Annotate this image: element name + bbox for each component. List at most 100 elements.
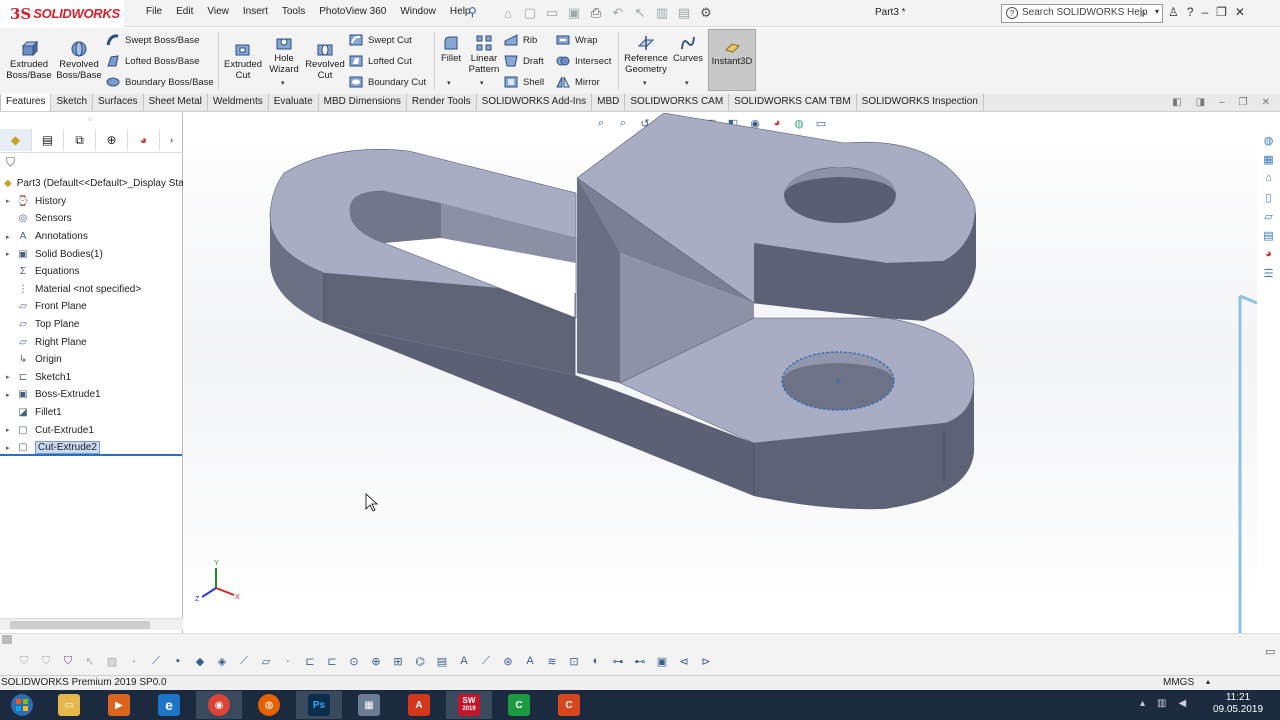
network-icon[interactable]: ▥ xyxy=(1157,698,1166,709)
save-icon[interactable]: ▣ xyxy=(564,3,584,23)
tree-item-sensors[interactable]: ◎ Sensors xyxy=(0,210,183,228)
tree-item-boss-extrude1[interactable]: ▸ ▣ Boss-Extrude1 xyxy=(0,386,183,404)
filter-edges-icon[interactable]: ⟋ xyxy=(146,653,166,669)
taskbar-chrome[interactable]: ◉ xyxy=(196,691,242,719)
tree-item-top-plane[interactable]: ▱ Top Plane xyxy=(0,316,183,334)
graphics-area[interactable]: ⌕ ⌕ ↺ ◪ ✎ ▣ ◧ ◉ ◕ ◍ ▭ xyxy=(184,113,1257,633)
expand-arrow-icon[interactable]: ▸ xyxy=(6,426,16,434)
filter-weld-symbols-icon[interactable]: ⟋ xyxy=(476,653,496,669)
filter-centerpoints-icon[interactable]: ⊙ xyxy=(344,653,364,669)
linear-pattern-button[interactable]: Linear Pattern xyxy=(466,34,502,75)
filter-solid-icon[interactable]: ◈ xyxy=(212,653,232,669)
lofted-boss-button[interactable]: Lofted Boss/Base xyxy=(106,54,199,68)
custom-properties-icon[interactable]: ▤ xyxy=(1261,227,1277,243)
tab-weldments[interactable]: Weldments xyxy=(208,94,269,111)
tree-item-annotations[interactable]: ▸ A Annotations xyxy=(0,228,183,246)
design-library-icon[interactable]: ▦ xyxy=(1261,151,1277,167)
boundary-cut-button[interactable]: Boundary Cut xyxy=(349,75,426,89)
tab-solidworks-inspection[interactable]: SOLIDWORKS Inspection xyxy=(857,94,984,111)
plane-edge[interactable] xyxy=(1238,294,1257,633)
toggle-filter-icon[interactable]: ⛉ xyxy=(14,653,34,669)
taskbar-media-player[interactable]: ▶ xyxy=(96,691,142,719)
swept-cut-button[interactable]: Swept Cut xyxy=(349,33,412,47)
filter-connection-points-icon[interactable]: ⊲ xyxy=(674,653,694,669)
filter-balloons-icon[interactable]: ◐ xyxy=(586,653,606,669)
taskbar-photoshop[interactable]: Ps xyxy=(296,691,342,719)
panel-expand-icon[interactable]: › xyxy=(160,129,183,151)
lofted-cut-button[interactable]: Lofted Cut xyxy=(349,54,412,68)
print-icon[interactable]: ⎙ xyxy=(586,3,606,23)
search-help-input[interactable]: ? Search SOLIDWORKS Help ⌕ ▾ xyxy=(1001,4,1163,23)
expand-arrow-icon[interactable]: ▸ xyxy=(6,391,16,399)
tab-solidworks-cam-tbm[interactable]: SOLIDWORKS CAM TBM xyxy=(729,94,857,111)
taskbar-explorer[interactable]: ▭ xyxy=(46,691,92,719)
expand-arrow-icon[interactable]: ▸ xyxy=(6,197,16,205)
unit-system[interactable]: MMGS xyxy=(1163,677,1194,688)
tab-surfaces[interactable]: Surfaces xyxy=(93,94,144,111)
search-dropdown-icon[interactable]: ▾ xyxy=(1155,7,1159,16)
curves-dropdown-icon[interactable]: ▾ xyxy=(685,79,689,87)
tree-item-history[interactable]: ▸ ⌚ History xyxy=(0,193,183,211)
tab-mbd[interactable]: MBD xyxy=(592,94,626,111)
feedback-icon[interactable]: ▭ xyxy=(1265,645,1275,658)
filter-stacked-balloons-icon[interactable]: ⊶ xyxy=(608,653,628,669)
curves-button[interactable]: Curves xyxy=(672,34,704,65)
panel-horizontal-scrollbar[interactable] xyxy=(0,618,183,630)
panel-handle-icon[interactable]: ○ xyxy=(88,116,92,123)
reference-dropdown-icon[interactable]: ▾ xyxy=(643,79,647,87)
taskbar-solidworks[interactable]: SW 2019 xyxy=(446,691,492,719)
help-icon[interactable]: ? xyxy=(1187,5,1194,19)
rebuild-icon[interactable]: ▥ xyxy=(652,3,672,23)
solidworks-resources-icon[interactable]: ◍ xyxy=(1261,132,1277,148)
model-tab-scroll[interactable] xyxy=(2,635,12,644)
expand-arrow-icon[interactable]: ▸ xyxy=(6,233,16,241)
tab-evaluate[interactable]: Evaluate xyxy=(269,94,319,111)
intersect-button[interactable]: Intersect xyxy=(556,54,611,68)
new-document-icon[interactable]: ▢ xyxy=(520,3,540,23)
menu-tools[interactable]: Tools xyxy=(282,6,305,17)
restore-icon[interactable]: ❐ xyxy=(1216,5,1227,19)
expand-arrow-icon[interactable]: ▸ xyxy=(6,444,16,452)
menu-window[interactable]: Window xyxy=(400,6,436,17)
filter-surface-finish-icon[interactable]: ⌬ xyxy=(410,653,430,669)
shell-button[interactable]: Shell xyxy=(504,75,544,89)
display-manager-tab-icon[interactable]: ◕ xyxy=(128,129,160,151)
minimize-icon[interactable]: – xyxy=(1201,5,1208,19)
undo-icon[interactable]: ↶ xyxy=(608,3,628,23)
tree-item-cut-extrude1[interactable]: ▸ ▢ Cut-Extrude1 xyxy=(0,421,183,439)
tab-sketch[interactable]: Sketch xyxy=(51,94,94,111)
pattern-dropdown-icon[interactable]: ▾ xyxy=(480,79,484,87)
file-explorer-icon[interactable]: ⌂ xyxy=(1261,170,1277,186)
doc-close-icon[interactable]: ✕ xyxy=(1262,97,1270,108)
taskbar-internet-explorer[interactable]: e xyxy=(146,691,192,719)
filter-geometric-tolerance-icon[interactable]: ▤ xyxy=(432,653,452,669)
task-pane-list-icon[interactable]: ☰ xyxy=(1261,265,1277,281)
filter-datum-features-icon[interactable]: A xyxy=(520,653,540,669)
unit-dropdown-icon[interactable]: ▴ xyxy=(1206,677,1210,686)
rollback-bar[interactable] xyxy=(0,454,182,456)
doc-restore-icon[interactable]: ❐ xyxy=(1239,97,1248,108)
tree-item-front-plane[interactable]: ▱ Front Plane xyxy=(0,298,183,316)
options-gear-icon[interactable]: ⚙ xyxy=(696,3,716,23)
filter-dowel-pins-icon[interactable]: ⊡ xyxy=(564,653,584,669)
close-icon[interactable]: ✕ xyxy=(1235,5,1245,19)
filter-midpoints-icon[interactable]: ⊏ xyxy=(322,653,342,669)
tile-left-icon[interactable]: ◧ xyxy=(1172,97,1181,108)
select-all-filters-icon[interactable]: ↖ xyxy=(80,653,100,669)
taskbar-firefox[interactable]: ◍ xyxy=(246,691,292,719)
invert-selection-icon[interactable]: ▨ xyxy=(102,653,122,669)
pin-menu-icon[interactable]: ⚲ xyxy=(468,5,477,19)
tab-features[interactable]: Features xyxy=(0,94,52,111)
filter-sketch-points-icon[interactable]: ⋅ xyxy=(278,653,298,669)
doc-minimize-icon[interactable]: – xyxy=(1219,97,1225,108)
filter-datum-targets-icon[interactable]: ⊛ xyxy=(498,653,518,669)
search-icon[interactable]: ⌕ xyxy=(1139,6,1146,21)
tree-item-right-plane[interactable]: ▱ Right Plane xyxy=(0,333,183,351)
fillet-button[interactable]: Fillet xyxy=(438,34,464,65)
tab-solidworks-cam[interactable]: SOLIDWORKS CAM xyxy=(625,94,730,111)
rib-button[interactable]: Rib xyxy=(504,33,537,47)
menu-file[interactable]: File xyxy=(146,6,162,17)
taskbar-camtasia[interactable]: C xyxy=(496,691,542,719)
taskbar-calculator[interactable]: ▦ xyxy=(346,691,392,719)
hole-wizard-button[interactable]: Hole Wizard xyxy=(264,34,304,75)
